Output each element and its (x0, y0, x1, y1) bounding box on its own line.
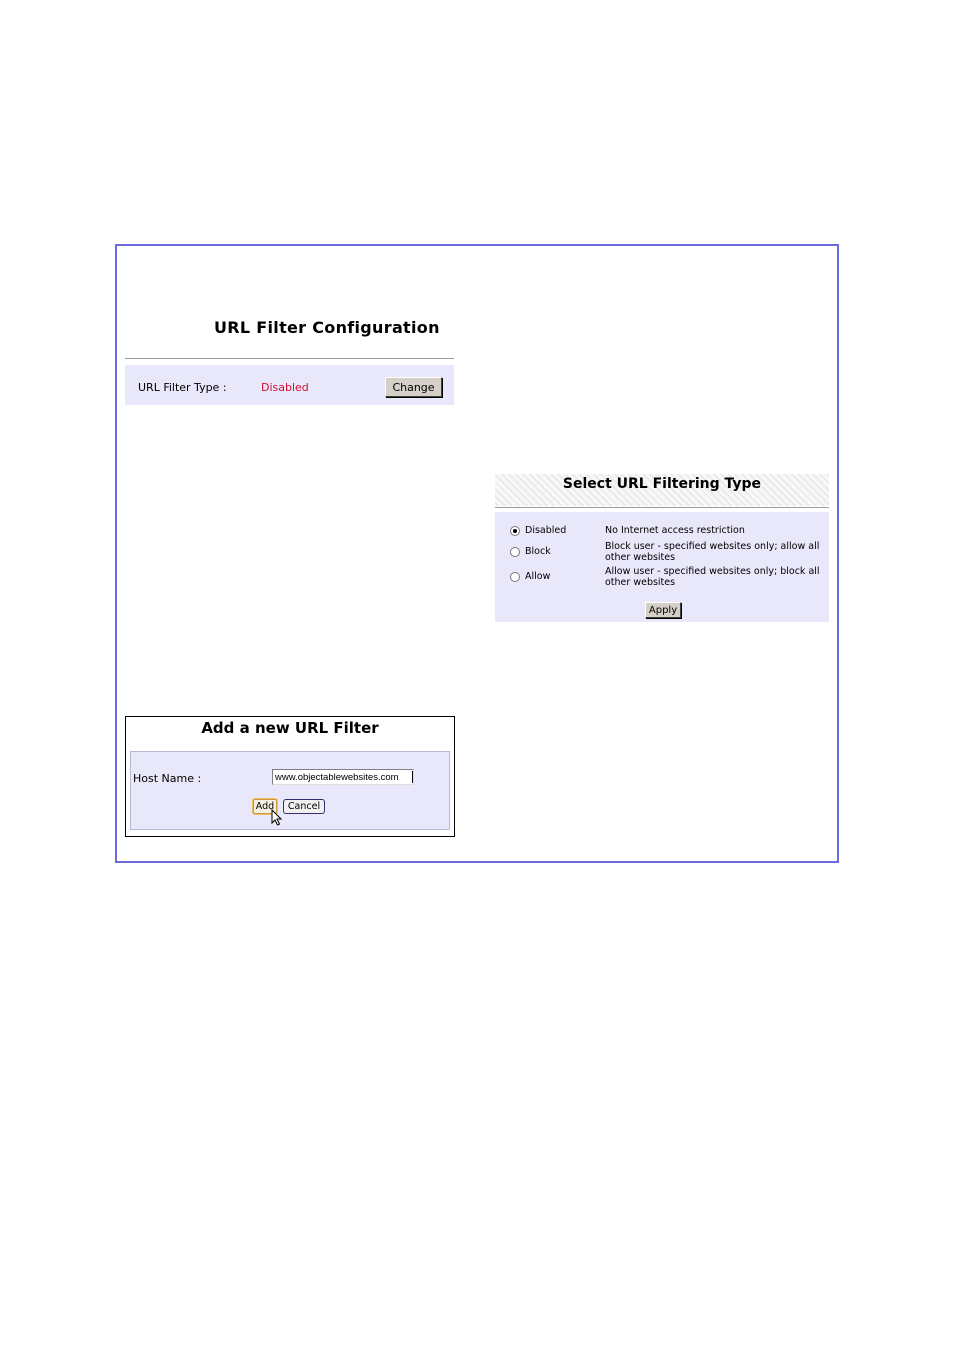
host-name-label: Host Name : (133, 772, 202, 785)
add-url-filter-panel: Host Name : Add Cancel (130, 751, 450, 830)
option-label-allow: Allow (525, 571, 551, 582)
text-caret (412, 771, 413, 783)
option-desc-disabled: No Internet access restriction (605, 525, 745, 536)
arrow-pointer-icon (271, 809, 282, 826)
add-url-filter-title: Add a new URL Filter (201, 719, 379, 737)
host-name-input[interactable] (272, 769, 414, 785)
radio-block[interactable] (510, 547, 520, 557)
divider (125, 358, 454, 361)
apply-button[interactable]: Apply (645, 602, 681, 618)
option-label-block: Block (525, 546, 551, 557)
change-button[interactable]: Change (385, 377, 442, 397)
radio-allow[interactable] (510, 572, 520, 582)
select-filtering-type-header: Select URL Filtering Type (495, 474, 829, 506)
select-filtering-type-title: Select URL Filtering Type (562, 476, 762, 492)
option-desc-allow: Allow user - specified websites only; bl… (605, 566, 820, 588)
url-filter-config-panel: URL Filter Type : Disabled Change (125, 365, 454, 405)
option-desc-block: Block user - specified websites only; al… (605, 541, 820, 563)
url-filter-config-title: URL Filter Configuration (214, 318, 440, 337)
option-label-disabled: Disabled (525, 525, 567, 536)
filter-type-value: Disabled (261, 381, 309, 394)
add-url-filter-dialog: Add a new URL Filter Host Name : Add Can… (125, 716, 455, 837)
cancel-button[interactable]: Cancel (283, 799, 325, 814)
select-filtering-type-panel: Disabled No Internet access restriction … (495, 512, 829, 622)
radio-disabled[interactable] (510, 526, 520, 536)
divider (495, 507, 829, 509)
filter-type-label: URL Filter Type : (138, 381, 227, 394)
